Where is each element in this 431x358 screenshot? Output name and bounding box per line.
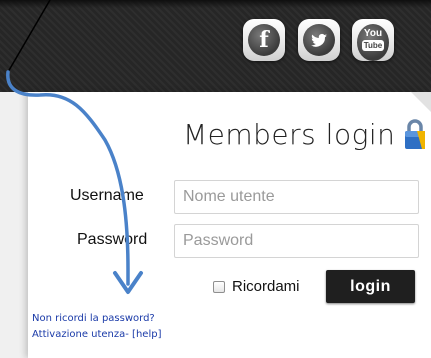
- forgot-password-link[interactable]: Non ricordi la password?: [32, 313, 155, 324]
- youtube-icon: You Tube: [357, 24, 389, 61]
- remember-me[interactable]: Ricordami: [213, 278, 300, 295]
- password-label: Password: [77, 231, 148, 248]
- left-background: [0, 92, 28, 358]
- youtube-glyph-bottom: Tube: [361, 40, 385, 51]
- youtube-glyph-top: You: [363, 28, 383, 39]
- login-button[interactable]: login: [326, 270, 415, 303]
- youtube-button[interactable]: You Tube: [352, 19, 394, 61]
- login-title: Members login: [183, 118, 396, 151]
- username-input[interactable]: [174, 180, 419, 214]
- panel-corner-fold: [411, 92, 431, 112]
- activation-help-link[interactable]: Attivazione utenza- [help]: [32, 329, 161, 340]
- twitter-icon: [303, 24, 335, 56]
- remember-label: Ricordami: [232, 278, 300, 295]
- header-shade: [0, 0, 431, 8]
- username-label: Username: [70, 187, 144, 204]
- remember-checkbox[interactable]: [213, 280, 225, 293]
- lock-icon: [405, 119, 425, 149]
- facebook-button[interactable]: f: [243, 19, 285, 61]
- facebook-glyph: f: [259, 27, 269, 53]
- password-input[interactable]: [174, 224, 419, 258]
- twitter-button[interactable]: [298, 19, 340, 61]
- twitter-bird-icon: [311, 33, 327, 47]
- facebook-icon: f: [248, 24, 280, 56]
